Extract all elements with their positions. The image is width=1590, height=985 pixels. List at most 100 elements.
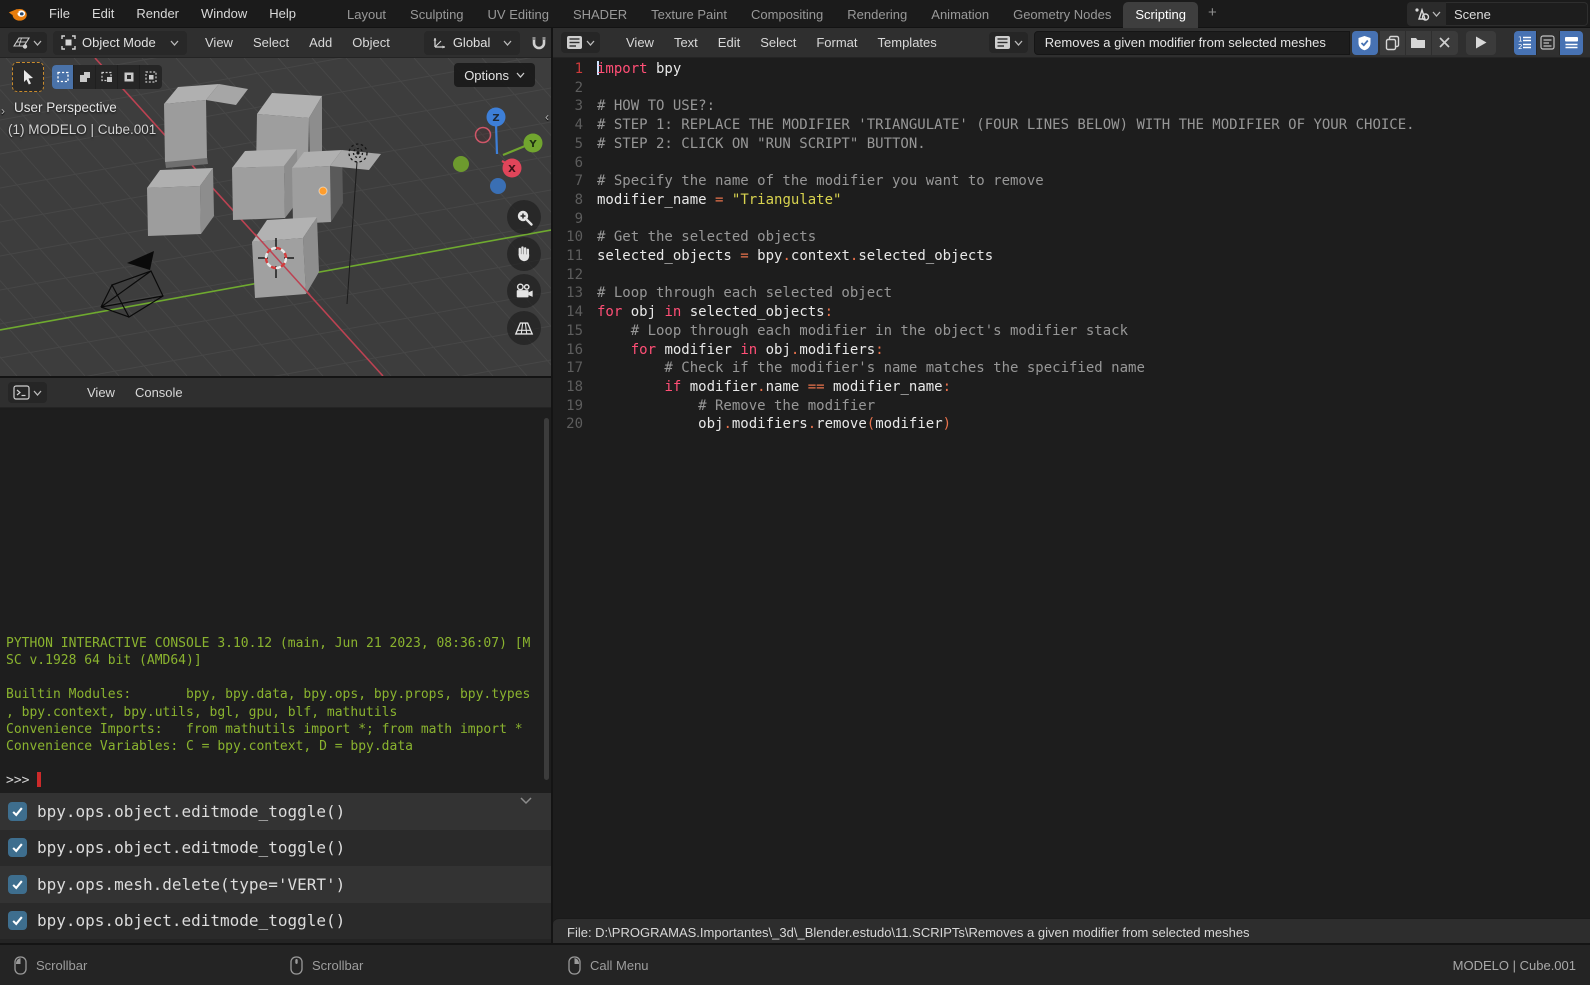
console-menu-console[interactable]: Console: [125, 381, 193, 404]
select-mode-intersect-button[interactable]: [140, 65, 162, 89]
mode-selector[interactable]: Object Mode: [53, 30, 187, 55]
pan-button[interactable]: [507, 237, 541, 271]
sidebar-toggle-left-icon[interactable]: ›: [1, 104, 5, 118]
checkbox-check-icon: [12, 880, 23, 890]
add-workspace-button[interactable]: +: [1198, 0, 1227, 27]
text-menu-edit[interactable]: Edit: [708, 31, 750, 54]
select-mode-extend-button[interactable]: [74, 65, 96, 89]
code-token: modifier: [875, 416, 943, 433]
menu-edit[interactable]: Edit: [81, 2, 125, 25]
camera-view-button[interactable]: [507, 274, 541, 308]
code-token: # Get the selected objects: [597, 229, 817, 246]
console-area[interactable]: PYTHON INTERACTIVE CONSOLE 3.10.12 (main…: [0, 410, 551, 793]
cube-object[interactable]: [232, 149, 298, 220]
select-mode-invert-button[interactable]: [118, 65, 140, 89]
unlink-text-button[interactable]: [1431, 30, 1458, 55]
navigation-gizmo[interactable]: Z Y X: [453, 107, 543, 195]
text-menu-text[interactable]: Text: [664, 31, 708, 54]
viewport-menu-view[interactable]: View: [195, 31, 243, 54]
menu-render[interactable]: Render: [125, 2, 190, 25]
checkbox-checked[interactable]: [8, 911, 27, 931]
sidebar-toggle-right-icon[interactable]: ‹: [545, 110, 549, 124]
new-text-button[interactable]: [1379, 30, 1406, 55]
text-editor-menus: View Text Edit Select Format Templates: [616, 31, 947, 54]
workspace-tab-compositing[interactable]: Compositing: [739, 2, 835, 28]
line-number: 10: [566, 229, 583, 246]
info-log-row[interactable]: bpy.ops.object.editmode_toggle(): [0, 902, 551, 939]
checkbox-checked[interactable]: [8, 801, 27, 821]
line-number: 18: [566, 378, 583, 395]
workspace-tab-scripting[interactable]: Scripting: [1123, 1, 1198, 28]
scene-widget: Scene: [1407, 2, 1588, 26]
word-wrap-toggle[interactable]: [1536, 30, 1560, 55]
orientation-selector[interactable]: Global: [423, 30, 520, 55]
checkbox-checked[interactable]: [8, 874, 27, 894]
text-editor-type-selector[interactable]: [561, 32, 600, 53]
console-editor-type-selector[interactable]: [8, 382, 47, 403]
workspace-tab-shader[interactable]: SHADER: [561, 2, 639, 28]
syntax-highlight-toggle[interactable]: [1559, 30, 1583, 55]
code-editor-area[interactable]: 1 import bpy 2 3 # HOW TO USE?: 4 # STEP 1: R…: [553, 58, 1590, 945]
text-menu-view[interactable]: View: [616, 31, 664, 54]
scene-browse-button[interactable]: [1407, 2, 1446, 26]
editor-type-selector[interactable]: [8, 32, 47, 53]
editor-divider-vertical[interactable]: [551, 28, 553, 945]
viewport-menu-select[interactable]: Select: [243, 31, 299, 54]
zoom-button[interactable]: [507, 200, 541, 234]
menu-help[interactable]: Help: [258, 2, 307, 25]
info-log-row[interactable]: bpy.ops.mesh.delete(type='VERT'): [0, 866, 551, 903]
console-menu-view[interactable]: View: [77, 381, 125, 404]
gizmo-neg-z[interactable]: [490, 178, 506, 194]
text-menu-select[interactable]: Select: [750, 31, 806, 54]
code-token: ==: [807, 378, 825, 395]
viewport-canvas[interactable]: Z Y X Options User Perspective (1) MODEL…: [0, 58, 551, 376]
viewport-menu-object[interactable]: Object: [342, 31, 400, 54]
workspace-tab-layout[interactable]: Layout: [335, 2, 398, 28]
cube-object[interactable]: [164, 84, 248, 168]
editor-divider-horizontal[interactable]: [0, 376, 551, 378]
syntax-highlight-icon: [1564, 37, 1578, 49]
menu-window[interactable]: Window: [190, 2, 258, 25]
code-text: # Get the selected objects: [583, 228, 816, 247]
workspace-tab-rendering[interactable]: Rendering: [835, 2, 919, 28]
select-mode-subtract-button[interactable]: [96, 65, 118, 89]
fake-user-toggle[interactable]: [1351, 30, 1378, 55]
code-token: # STEP 2: CLICK ON "RUN SCRIPT" BUTTON.: [597, 135, 926, 152]
run-script-button[interactable]: [1465, 30, 1496, 55]
info-log-row[interactable]: bpy.ops.object.editmode_toggle(): [0, 829, 551, 866]
line-numbers-toggle[interactable]: 1 2: [1513, 30, 1537, 55]
text-datablock-icon: [994, 36, 1010, 49]
options-dropdown[interactable]: Options: [454, 63, 535, 87]
line-number: 19: [566, 397, 583, 414]
text-name-field[interactable]: Removes a given modifier from selected m…: [1033, 30, 1350, 55]
open-text-button[interactable]: [1405, 30, 1432, 55]
workspace-tab-geometry-nodes[interactable]: Geometry Nodes: [1001, 2, 1123, 28]
cube-object[interactable]: [147, 168, 214, 236]
workspace-tab-texture-paint[interactable]: Texture Paint: [639, 2, 739, 28]
console-prompt[interactable]: >>>: [6, 771, 541, 789]
text-menu-format[interactable]: Format: [806, 31, 867, 54]
camera-object[interactable]: [100, 251, 164, 318]
chevron-down-icon: [33, 40, 42, 46]
text-datablock-selector[interactable]: [988, 32, 1028, 53]
chevron-down-icon[interactable]: [519, 796, 533, 805]
gizmo-neg-y[interactable]: [453, 156, 469, 172]
workspace-tab-animation[interactable]: Animation: [919, 2, 1001, 28]
scene-name-field[interactable]: Scene: [1446, 2, 1588, 26]
info-log-text: bpy.ops.object.editmode_toggle(): [37, 801, 346, 821]
workspace-tab-uv-editing[interactable]: UV Editing: [476, 2, 561, 28]
status-hint-label: Call Menu: [590, 957, 649, 973]
console-scrollbar[interactable]: [544, 418, 549, 780]
workspace-tab-sculpting[interactable]: Sculpting: [398, 2, 475, 28]
viewport-menu-add[interactable]: Add: [299, 31, 342, 54]
select-mode-set-button[interactable]: [52, 65, 74, 89]
menu-file[interactable]: File: [38, 2, 81, 25]
text-menu-templates[interactable]: Templates: [868, 31, 947, 54]
info-log-row[interactable]: bpy.ops.object.editmode_toggle(): [0, 793, 551, 830]
orthographic-toggle-button[interactable]: [507, 311, 541, 345]
cube-object[interactable]: [292, 150, 381, 224]
gizmo-neg-x[interactable]: [474, 126, 492, 144]
checkbox-checked[interactable]: [8, 838, 27, 858]
select-tool-button[interactable]: [12, 62, 44, 92]
snap-magnet-icon[interactable]: [530, 34, 548, 52]
